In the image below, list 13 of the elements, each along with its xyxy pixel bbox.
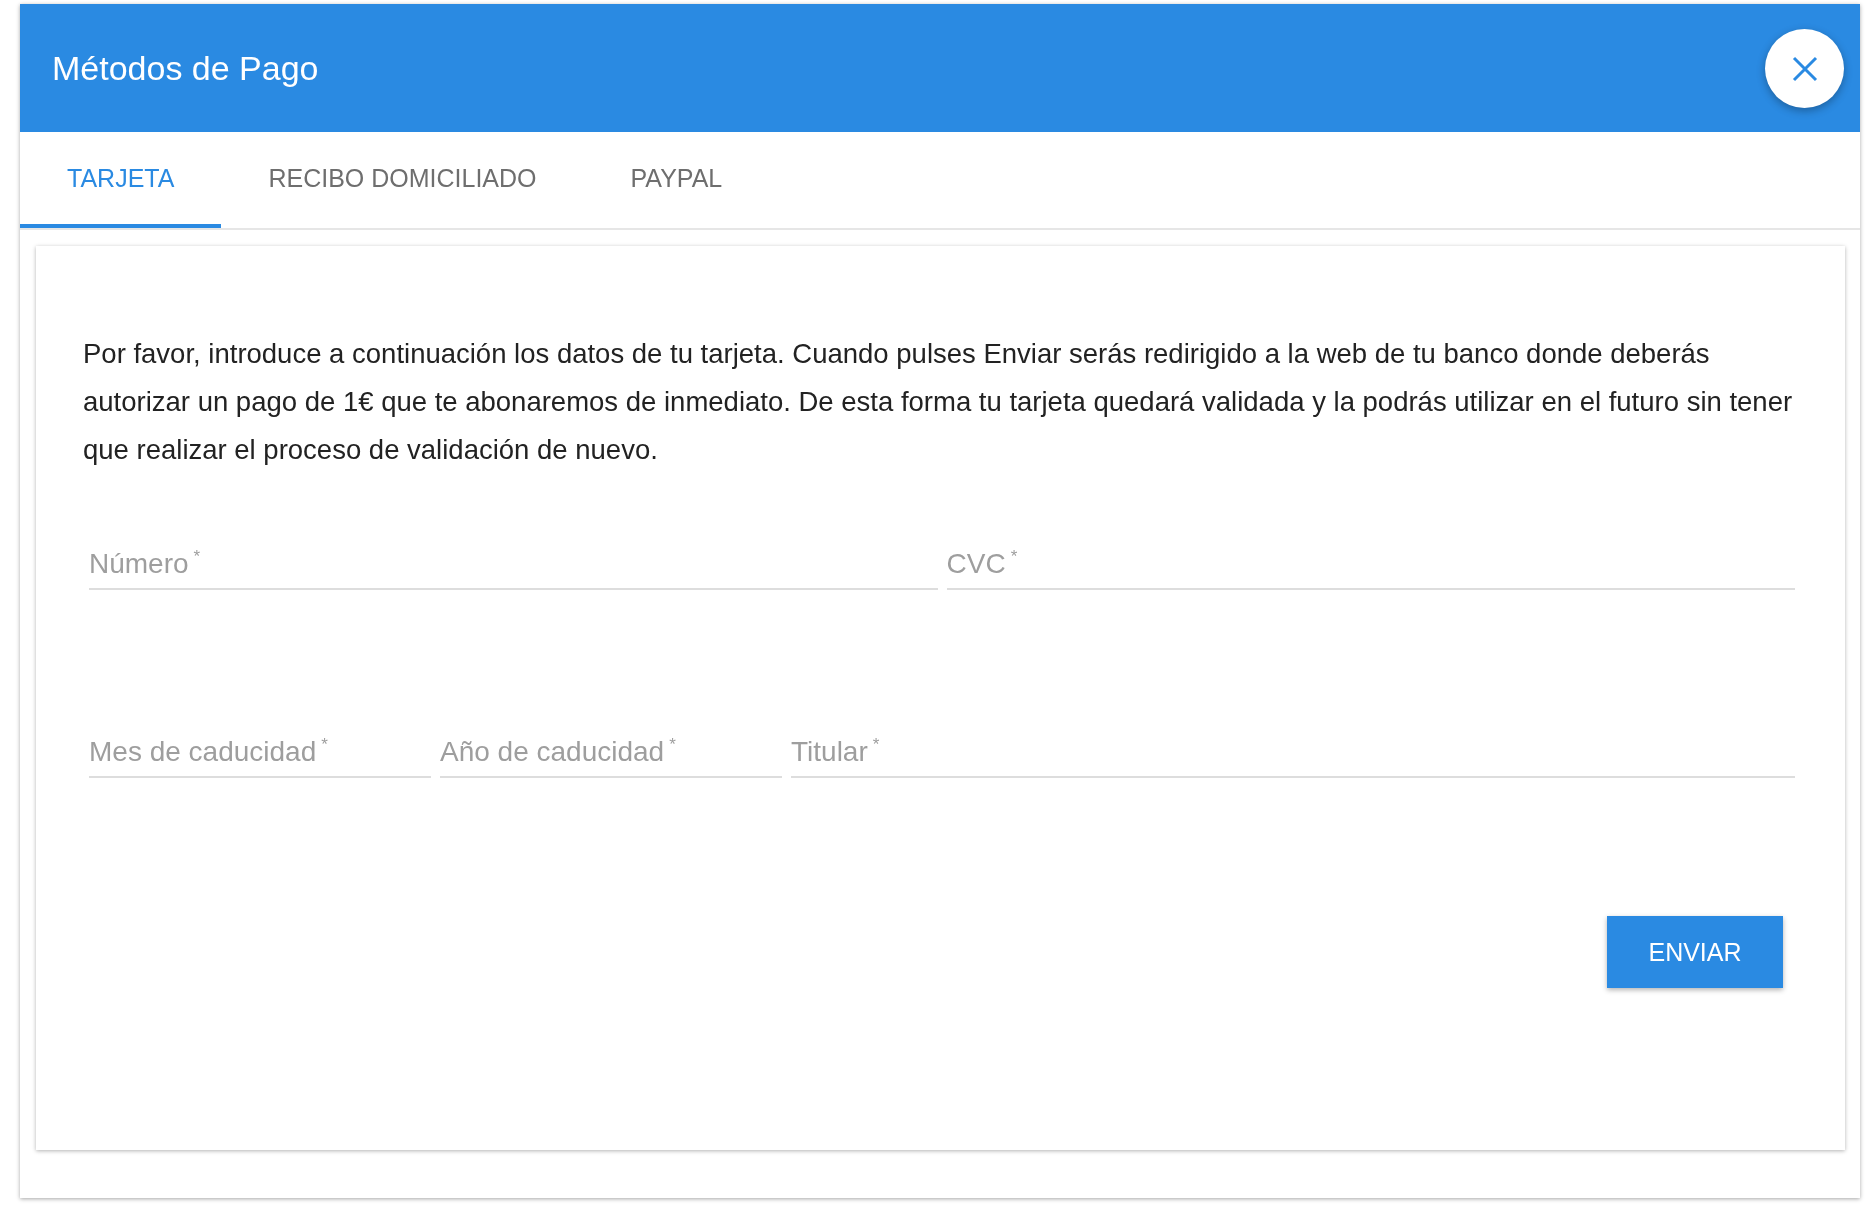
input-field[interactable]: Mes de caducidad $^{*}$: [89, 720, 431, 778]
input-field[interactable]: Año de caducidad $^{*}$: [440, 720, 782, 778]
intro-text: Por favor, introduce a continuación los datos de tu tarjeta. Cuando pulses Enviar serás redirigido a la web de tu banco donde deberás autorizar un pago de 1€ que te abonaremos de inmediato. De esta forma tu tarjeta quedará validada y la podrás utilizar en el futuro sin tener que realizar el proceso de validación de nuevo.: [83, 337, 1794, 467]
submit-button[interactable]: ENVIAR: [1607, 916, 1783, 988]
input-field[interactable]: CVC $^{*}$: [946, 532, 1795, 590]
close-button[interactable]: [1765, 29, 1844, 108]
tab[interactable]: RECIBO DOMICILIADO: [221, 132, 584, 228]
input-field[interactable]: Número $^{*}$: [89, 532, 938, 590]
close-icon: [1791, 55, 1818, 82]
dialog-title: Métodos de Pago: [52, 48, 319, 88]
tab[interactable]: PAYPAL: [583, 132, 770, 228]
input-field[interactable]: Titular $^{*}$: [791, 720, 1795, 778]
tab[interactable]: TARJETA: [20, 132, 222, 228]
